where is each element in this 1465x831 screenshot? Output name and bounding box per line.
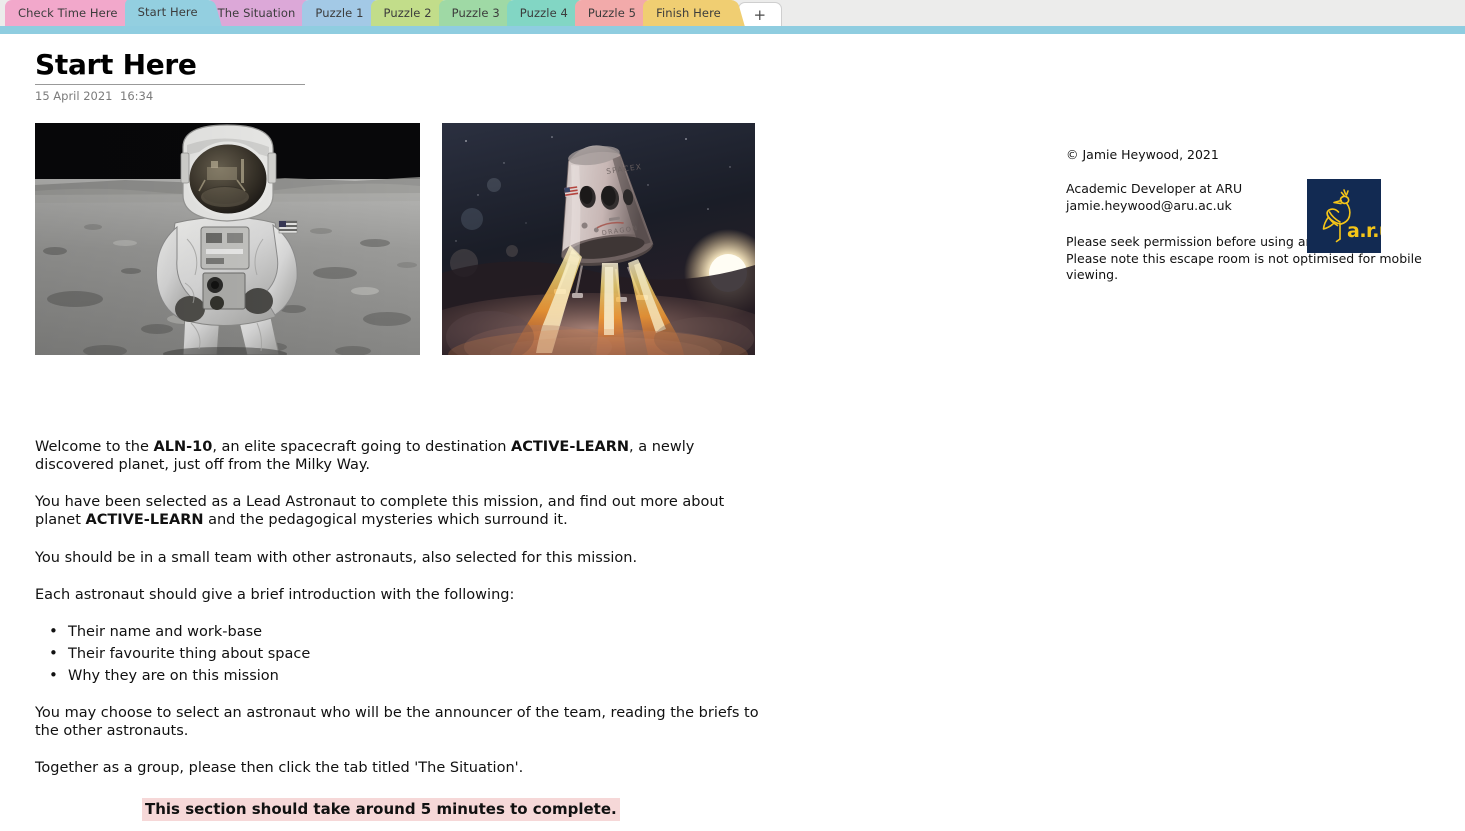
- paragraph-introduction: Each astronaut should give a brief intro…: [35, 586, 515, 603]
- usage-note: Please seek permission before using and …: [1066, 234, 1451, 285]
- tab-bar: Check Time Here Start Here The Situation…: [0, 0, 1465, 26]
- list-item: Why they are on this mission: [49, 666, 765, 685]
- tab-finish-here[interactable]: Finish Here: [643, 0, 734, 26]
- title-divider: [35, 84, 305, 85]
- introduction-bullet-list: Their name and work-base Their favourite…: [35, 622, 765, 685]
- author-role: Academic Developer at ARU: [1066, 180, 1243, 196]
- page-meta: 15 April 2021 16:34: [35, 89, 153, 103]
- spacex-dragon-capsule-photo: SPACEX DRAGON: [442, 123, 755, 355]
- author-email[interactable]: jamie.heywood@aru.ac.uk: [1066, 198, 1456, 215]
- tab-label: Puzzle 4: [519, 6, 568, 20]
- usage-note-line-3: viewing.: [1066, 267, 1119, 283]
- list-item: Their name and work-base: [49, 622, 765, 641]
- bold-active-learn: ACTIVE-LEARN: [85, 512, 204, 529]
- tab-label: Check Time Here: [18, 6, 118, 20]
- usage-note-line-1: Please seek permission before using and …: [1066, 233, 1376, 249]
- text-run: , an elite spacecraft going to destinati…: [212, 439, 512, 455]
- paragraph-next-tab: Together as a group, please then click t…: [35, 760, 524, 777]
- copyright-line: © Jamie Heywood, 2021: [1066, 147, 1219, 162]
- tab-label: Puzzle 5: [587, 6, 637, 20]
- text-run: and the pedagogical mysteries which surr…: [203, 512, 568, 529]
- add-tab-button[interactable]: +: [737, 2, 782, 26]
- main-content: Welcome to the ALN-10, an elite spacecra…: [35, 438, 765, 778]
- page-date: 15 April 2021: [35, 89, 113, 103]
- tab-puzzle-1[interactable]: Puzzle 1: [302, 0, 377, 26]
- page-time: 16:34: [120, 89, 154, 103]
- page-body: Start Here 15 April 2021 16:34 SPACEX DR…: [0, 34, 1465, 831]
- bold-aln-10: ALN-10: [153, 439, 213, 455]
- tab-puzzle-3[interactable]: Puzzle 3: [438, 0, 513, 26]
- tab-start-here[interactable]: Start Here: [124, 0, 211, 26]
- page-title: Start Here: [35, 48, 197, 81]
- aru-logo-text: a.r.u.: [1347, 220, 1381, 242]
- tab-label: Finish Here: [656, 6, 721, 20]
- bold-active-learn: ACTIVE-LEARN: [511, 439, 630, 455]
- tab-puzzle-4[interactable]: Puzzle 4: [506, 0, 581, 26]
- tab-puzzle-2[interactable]: Puzzle 2: [370, 0, 445, 26]
- list-item: Their favourite thing about space: [49, 644, 765, 663]
- usage-note-line-2: Please note this escape room is not opti…: [1066, 250, 1422, 266]
- section-duration-note: This section should take around 5 minute…: [142, 798, 620, 821]
- tab-check-time-here[interactable]: Check Time Here: [5, 0, 131, 26]
- paragraph-small-team: You should be in a small team with other…: [35, 549, 638, 566]
- paragraph-selected: You have been selected as a Lead Astrona…: [35, 493, 765, 529]
- tab-label: Puzzle 3: [451, 6, 500, 20]
- tab-puzzle-5[interactable]: Puzzle 5: [574, 0, 650, 26]
- astronaut-on-the-moon-photo: [35, 123, 420, 355]
- tab-strip-accent: [0, 26, 1465, 34]
- text-run: Welcome to the: [35, 439, 154, 455]
- aru-logo: a.r.u.: [1307, 179, 1399, 253]
- plus-icon: +: [753, 5, 767, 24]
- paragraph-welcome: Welcome to the ALN-10, an elite spacecra…: [35, 438, 765, 474]
- tab-label: Puzzle 1: [315, 6, 364, 20]
- tab-list: Check Time Here Start Here The Situation…: [5, 0, 782, 26]
- author-info-block: © Jamie Heywood, 2021 Academic Developer…: [1066, 147, 1456, 284]
- tab-label: The Situation: [217, 6, 296, 20]
- tab-label: Puzzle 2: [383, 6, 432, 20]
- tab-label: Start Here: [137, 5, 198, 19]
- paragraph-announcer: You may choose to select an astronaut wh…: [35, 705, 759, 740]
